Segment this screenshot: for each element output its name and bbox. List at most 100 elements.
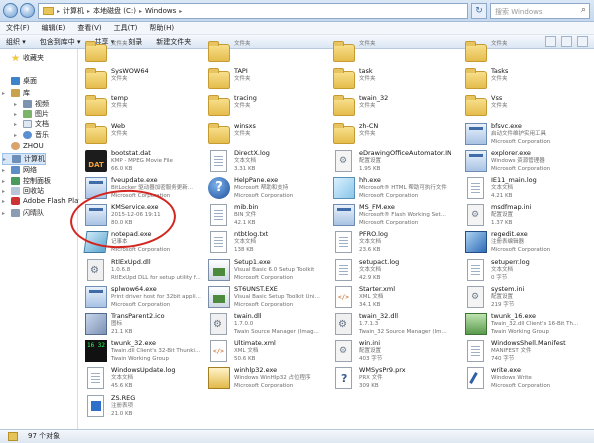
file-item[interactable]: win.ini配置设置403 字节 [329, 338, 449, 366]
nav-item-11[interactable]: ▸ 回收站 [2, 186, 44, 196]
file-item[interactable]: setupact.log 文本文档 42.9 KB [329, 257, 449, 285]
menu-tools[interactable]: 工具(T) [114, 22, 138, 34]
file-item[interactable]: SysWOW64 文件夹 [81, 66, 201, 94]
menu-edit[interactable]: 编辑(E) [42, 22, 66, 34]
nav-item-10[interactable]: ▸ 控制面板 [2, 176, 51, 186]
expand-arrow-icon[interactable]: ▸ [2, 198, 8, 205]
file-item[interactable]: twunk_16.exe Twain_32.dll Client's 16-Bit… [461, 311, 581, 339]
expand-arrow-icon[interactable]: ▸ [3, 156, 9, 163]
file-item[interactable]: write.exe Windows Write Microsoft Corporat… [461, 365, 581, 393]
folder-icon [85, 41, 107, 62]
nav-item-3[interactable]: ▸ 视频 [14, 99, 49, 109]
nav-item-13[interactable]: ▸ 闪晴队 [2, 208, 44, 218]
file-item[interactable]: tracing 文件夹 [204, 93, 324, 121]
file-item[interactable]: WMSysPr9.prxPRX 文件309 KB [329, 365, 449, 393]
menu-help[interactable]: 帮助(H) [149, 22, 174, 34]
file-item[interactable]: system.ini配置设置219 字节 [461, 284, 581, 312]
expand-arrow-icon[interactable]: ▸ [14, 111, 20, 118]
file-item[interactable]: MS_FM.exe Microsoft® Flash Working Set...… [329, 202, 449, 230]
expand-arrow-icon[interactable]: ▸ [2, 90, 8, 97]
file-item[interactable]: task 文件夹 [329, 66, 449, 94]
file-item[interactable]: fveupdate.exe BitLocker 驱动器加密服务更新... Micro… [81, 175, 201, 203]
file-item[interactable]: 文件夹 [329, 39, 449, 67]
crumb-windows[interactable]: Windows [145, 7, 176, 15]
forward-button[interactable]: › [20, 3, 35, 18]
nav-item-4[interactable]: ▸ 图片 [14, 109, 49, 119]
file-item[interactable]: Setup1.exe Visual Basic 6.0 Setup Toolkit… [204, 257, 324, 285]
nav-item-1[interactable]: 桌面 [2, 76, 37, 86]
organize-button[interactable]: 组织 ▾ [6, 35, 26, 48]
file-item[interactable]: WindowsUpdate.log 文本文档 45.6 KB [81, 365, 201, 393]
xml-icon [335, 285, 352, 308]
file-item[interactable]: twain_32 文件夹 [329, 93, 449, 121]
file-item[interactable]: ZS.REG 注册表项 21.0 KB [81, 393, 201, 421]
file-item[interactable]: temp 文件夹 [81, 93, 201, 121]
file-item[interactable]: DirectX.log 文本文档 3.31 KB [204, 148, 324, 176]
file-item[interactable]: 文件夹 [81, 39, 201, 67]
file-item[interactable]: RtlExUpd.dll1.0.6.8RtlExUpd DLL for setu… [81, 257, 201, 285]
file-item[interactable]: winsxs 文件夹 [204, 121, 324, 149]
nav-item-8[interactable]: ▸ 计算机 [2, 153, 46, 165]
file-item[interactable]: hh.exe Microsoft® HTML 帮助可执行文件 Microsoft C… [329, 175, 449, 203]
file-item[interactable]: regedit.exe 注册表编辑器 Microsoft Corporation [461, 229, 581, 257]
nav-item-0[interactable]: 收藏夹 [2, 53, 44, 63]
file-item[interactable]: Web 文件夹 [81, 121, 201, 149]
file-item[interactable]: KMService.exe 2015-12-06 19:11 80.0 KB [81, 202, 201, 230]
back-button[interactable]: ‹ [3, 3, 18, 18]
file-type: 文件夹 [111, 76, 128, 83]
crumb-computer[interactable]: 计算机 [63, 6, 84, 16]
file-item[interactable]: eDrawingOfficeAutomator.INI配置设置1.95 KB [329, 148, 451, 176]
address-bar[interactable]: ▸ 计算机 ▸ 本地磁盘 (C:) ▸ Windows ▸ [38, 3, 468, 19]
file-item[interactable]: msdfmap.ini配置设置1.37 KB [461, 202, 581, 230]
nav-item-label: 音乐 [35, 131, 49, 139]
refresh-button[interactable]: ↻ [471, 3, 487, 19]
nav-item-2[interactable]: ▸ 库 [2, 88, 30, 98]
file-item[interactable]: bfsvc.exe 启动文件维护实用工具 Microsoft Corporation [461, 121, 581, 149]
file-item[interactable]: 16 32 twunk_32.exe Twain.dll Client's 32-B… [81, 338, 201, 366]
file-item[interactable]: Tasks 文件夹 [461, 66, 581, 94]
nav-item-9[interactable]: ▸ 网络 [2, 165, 37, 175]
file-item[interactable]: WindowsShell.Manifest MANIFEST 文件 740 字节 [461, 338, 581, 366]
expand-arrow-icon[interactable]: ▸ [2, 188, 8, 195]
file-item[interactable]: twain.dll1.7.0.0 Twain Source Manager (Im… [204, 311, 324, 339]
nav-item-6[interactable]: ▸ 音乐 [14, 130, 49, 140]
file-item[interactable]: splwow64.exe Print driver host for 32bit … [81, 284, 201, 312]
nav-item-7[interactable]: ZHOU [2, 142, 44, 150]
file-item[interactable]: ? HelpPane.exe Microsoft 帮助和支持 Microsoft Co… [204, 175, 324, 203]
file-type: BIN 文件 [234, 212, 257, 219]
menu-view[interactable]: 查看(V) [77, 22, 101, 34]
file-item[interactable]: PFRO.log 文本文档 23.6 KB [329, 229, 449, 257]
file-item[interactable]: explorer.exe Windows 资源管理器 Microsoft Corpo… [461, 148, 581, 176]
file-item[interactable]: Ultimate.xmlXML 文档50.6 KB [204, 338, 324, 366]
file-item[interactable]: TAPI 文件夹 [204, 66, 324, 94]
expand-arrow-icon[interactable]: ▸ [2, 167, 8, 174]
file-item[interactable]: DAT bootstat.dat KMP - MPEG Movie File 66.0… [81, 148, 201, 176]
file-item[interactable]: zh-CN 文件夹 [329, 121, 449, 149]
text-file-icon [87, 367, 104, 390]
expand-arrow-icon[interactable]: ▸ [14, 101, 20, 108]
file-item[interactable]: Starter.xmlXML 文档34.1 KB [329, 284, 449, 312]
expand-arrow-icon[interactable]: ▸ [2, 210, 8, 217]
nav-item-5[interactable]: ▸ 文档 [14, 119, 49, 129]
file-item[interactable]: 文件夹 [461, 39, 581, 67]
file-item[interactable]: ntbtlog.txt 文本文档 138 KB [204, 229, 324, 257]
menu-file[interactable]: 文件(F) [6, 22, 30, 34]
expand-arrow-icon[interactable]: ▸ [2, 178, 8, 185]
crumb-drive-c[interactable]: 本地磁盘 (C:) [93, 6, 136, 16]
nav-item-12[interactable]: ▸ Adobe Flash Playe [2, 197, 87, 205]
include-in-library-button[interactable]: 包含到库中 ▾ [40, 35, 81, 48]
file-item[interactable]: winhlp32.exe Windows WinHlp32 占位程序 Microso… [204, 365, 324, 393]
expand-arrow-icon[interactable]: ▸ [14, 121, 20, 128]
file-name: DirectX.log [234, 148, 270, 157]
search-input[interactable]: 搜索 Windows ⌕ [490, 3, 590, 19]
file-item[interactable]: ST6UNST.EXE Visual Basic Setup Toolkit Un… [204, 284, 324, 312]
file-item[interactable]: mib.bin BIN 文件 42.1 KB [204, 202, 324, 230]
file-item[interactable]: twain_32.dll1.7.1.3 Twain_32 Source Manag… [329, 311, 449, 339]
file-item[interactable]: Vss 文件夹 [461, 93, 581, 121]
file-item[interactable]: TransParent2.ico 图标 21.1 KB [81, 311, 201, 339]
file-item[interactable]: 文件夹 [204, 39, 324, 67]
file-item[interactable]: setuperr.log 文本文档 0 字节 [461, 257, 581, 285]
file-item[interactable]: notepad.exe 记事本 Microsoft Corporation [81, 229, 201, 257]
file-item[interactable]: IE11_main.log 文本文档 4.21 KB [461, 175, 581, 203]
expand-arrow-icon[interactable]: ▸ [14, 132, 20, 139]
